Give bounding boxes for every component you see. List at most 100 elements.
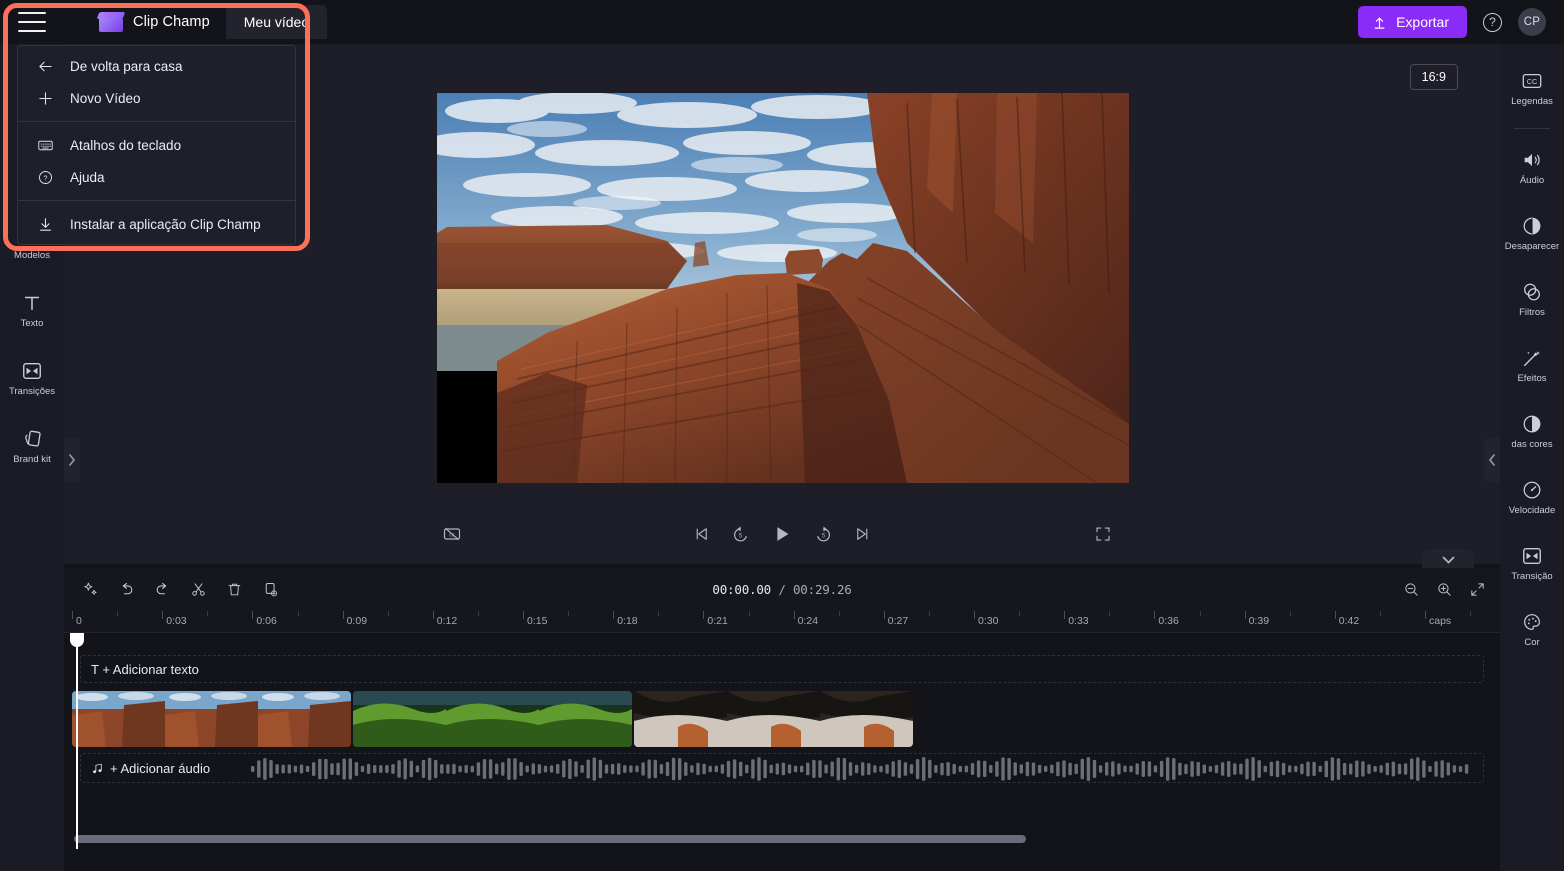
total-time: 00:29.26 (792, 582, 852, 597)
left-panel-collapse-toggle[interactable] (64, 438, 80, 482)
download-icon (36, 215, 54, 233)
menu-item-new-video[interactable]: Novo Vídeo (18, 82, 295, 114)
speed-gauge-icon (1523, 481, 1541, 499)
clip-thumbnail (165, 691, 258, 747)
timeline-panel: 00:00.00 / 00:29.26 0 0:03 0:06 0:09 0:12 0:1… (64, 568, 1500, 871)
fullscreen-button[interactable] (1094, 525, 1112, 543)
trash-icon (228, 583, 240, 596)
rail-item-transition[interactable]: Transição (1500, 533, 1564, 595)
current-time: 00:00.00 (712, 582, 771, 597)
ruler-tick-label: 0:42 (1338, 615, 1360, 627)
help-circle-icon[interactable]: ? (1483, 12, 1502, 32)
rail-label: Velocidade (1508, 505, 1556, 517)
sidebar-item-brand-kit[interactable]: Brand kit (0, 416, 64, 478)
duplicate-button[interactable] (256, 576, 284, 604)
sidebar-label: Brand kit (13, 454, 51, 466)
forward-5-icon[interactable]: 5 (814, 525, 833, 544)
timeline-zoom-controls (1403, 581, 1486, 598)
audio-track[interactable]: + Adicionar áudio (80, 753, 1484, 783)
ruler-tick-label: 0:27 (887, 615, 909, 627)
fullscreen-icon (1096, 527, 1110, 541)
avatar[interactable]: CP (1518, 8, 1546, 36)
timeline-ruler[interactable]: 0 0:03 0:06 0:09 0:12 0:15 0:18 0:21 0:24 0:27 0:3… (64, 611, 1500, 633)
player-controls: cc 5 5 (64, 509, 1500, 559)
right-panel-collapse-toggle[interactable] (1484, 438, 1500, 482)
rail-label: Desaparecer (1504, 241, 1560, 253)
text-track[interactable]: T + Adicionar texto (80, 655, 1484, 683)
clip-thumbnail (634, 691, 727, 747)
rail-item-captions[interactable]: CC Legendas (1500, 58, 1564, 120)
ruler-tick-label: 0:03 (166, 615, 187, 627)
rail-item-filters[interactable]: Filtros (1500, 269, 1564, 331)
text-track-label: T + Adicionar texto (91, 661, 199, 677)
audio-waveform (251, 757, 1469, 781)
undo-button[interactable] (112, 576, 140, 604)
ruler-tick-label: caps (1429, 615, 1452, 627)
rail-item-fade[interactable]: Desaparecer (1500, 203, 1564, 265)
keyboard-icon (36, 136, 54, 154)
play-icon[interactable] (771, 523, 793, 545)
document-tab[interactable]: Meu vídeo (225, 5, 328, 39)
svg-text:5: 5 (739, 533, 743, 539)
captions-toggle[interactable]: cc (442, 524, 462, 544)
zoom-in-icon[interactable] (1436, 581, 1453, 598)
rail-label: Efeitos (1517, 373, 1547, 385)
rail-label: Áudio (1519, 175, 1545, 187)
timeline-clip-hills[interactable] (353, 691, 632, 747)
video-preview[interactable] (437, 93, 1129, 483)
magic-wand-icon (1523, 351, 1540, 367)
delete-button[interactable] (220, 576, 248, 604)
menu-item-help[interactable]: ? Ajuda (18, 161, 295, 193)
hamburger-icon[interactable] (18, 12, 46, 32)
menu-separator (18, 200, 295, 201)
timeline-scrollbar[interactable] (74, 835, 1488, 843)
upload-icon (1374, 17, 1385, 29)
audio-track-label: + Adicionar áudio (110, 760, 211, 776)
rewind-5-icon[interactable]: 5 (731, 525, 750, 544)
clipchamp-editor: Clip Champ Meu vídeo Exportar ? CP Model… (0, 0, 1564, 871)
zoom-out-icon[interactable] (1403, 581, 1420, 598)
timeline-clip-abstract[interactable] (634, 691, 913, 747)
export-button[interactable]: Exportar (1358, 6, 1467, 38)
menu-item-keyboard-shortcuts[interactable]: Atalhos do teclado (18, 129, 295, 161)
skip-to-end-icon[interactable] (854, 525, 872, 543)
transitions-icon (23, 363, 41, 380)
brand: Clip Champ (96, 12, 210, 32)
rail-label: Filtros (1519, 307, 1545, 319)
skip-to-start-icon[interactable] (692, 525, 710, 543)
playhead[interactable] (70, 633, 84, 849)
timeline-tracks: T + Adicionar texto + Adicionar áudio (64, 633, 1500, 849)
ruler-tick-label: 0:12 (436, 615, 458, 627)
clip-thumbnail (727, 691, 820, 747)
brandkit-icon (25, 430, 41, 447)
ruler-tick-label: 0:30 (978, 615, 999, 627)
rail-item-audio[interactable]: Áudio (1500, 137, 1564, 199)
sidebar-label: Transições (8, 386, 56, 398)
menu-item-install-app[interactable]: Instalar a aplicação Clip Champ (18, 208, 295, 240)
rail-item-effects[interactable]: Efeitos (1500, 335, 1564, 397)
time-separator: / (778, 582, 786, 597)
sidebar-item-text[interactable]: Texto (0, 280, 64, 342)
rail-item-color[interactable]: Cor (1500, 599, 1564, 661)
sidebar-item-transitions[interactable]: Transições (0, 348, 64, 410)
help-circle-icon: ? (36, 168, 54, 186)
timeline-clip-canyon[interactable] (72, 691, 351, 747)
ruler-tick-label: 0:15 (527, 615, 548, 627)
menu-item-label: Novo Vídeo (70, 90, 141, 106)
chevron-down-icon (1442, 556, 1454, 564)
closed-captions-icon: CC (1522, 74, 1542, 89)
menu-item-back-home[interactable]: De volta para casa (18, 50, 295, 82)
auto-compose-button[interactable] (76, 576, 104, 604)
rail-item-color-adjust[interactable]: das cores (1500, 401, 1564, 463)
brand-name: Clip Champ (133, 14, 210, 30)
ruler-tick-label: 0 (76, 615, 82, 627)
redo-button[interactable] (148, 576, 176, 604)
fit-to-screen-icon[interactable] (1469, 581, 1486, 598)
rail-item-speed[interactable]: Velocidade (1500, 467, 1564, 529)
aspect-ratio-button[interactable]: 16:9 (1409, 64, 1458, 90)
rail-divider (1514, 128, 1550, 129)
menu-item-label: De volta para casa (70, 58, 183, 74)
sidebar-label: Texto (20, 318, 44, 330)
speaker-icon (1524, 154, 1540, 167)
split-button[interactable] (184, 576, 212, 604)
